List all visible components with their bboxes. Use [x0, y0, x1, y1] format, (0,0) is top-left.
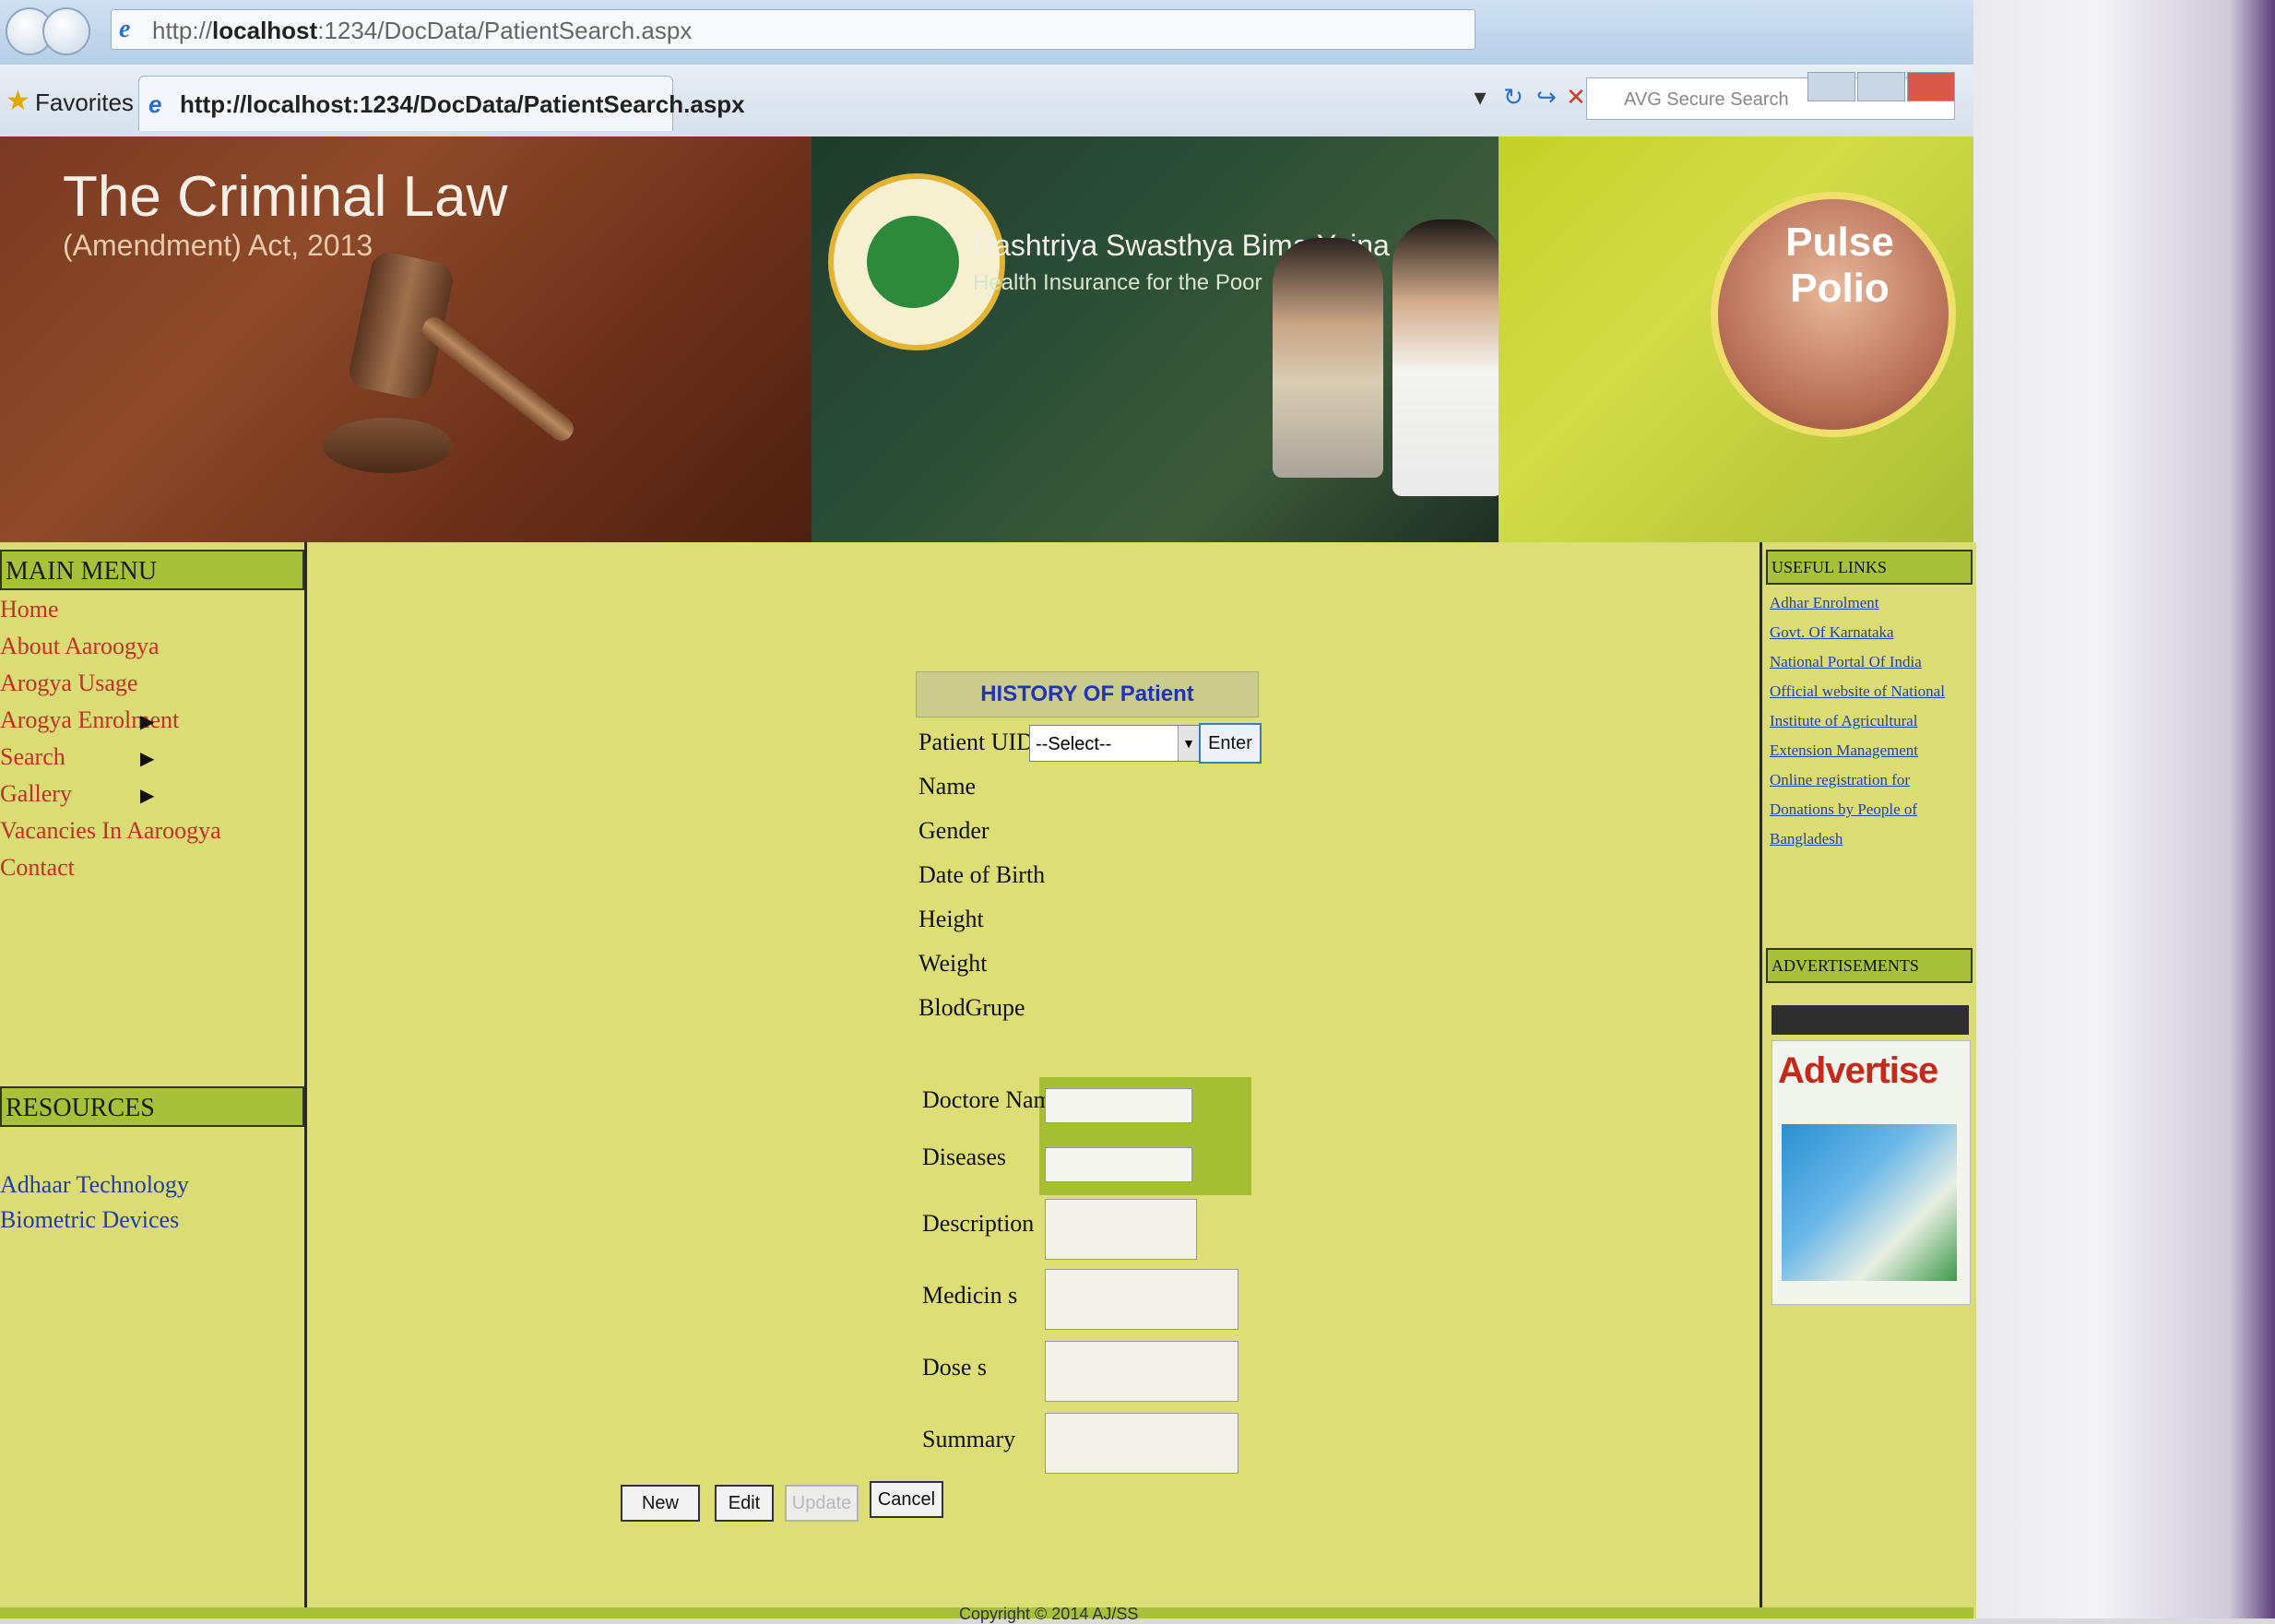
scheme-subtitle: Health Insurance for the Poor	[973, 270, 1262, 295]
useful-link[interactable]: National Portal Of India	[1770, 653, 1973, 671]
form-title: HISTORY OF Patient	[916, 671, 1259, 717]
background-wall	[1973, 0, 2275, 1618]
refresh-icon[interactable]: ↻	[1499, 83, 1527, 111]
tab-title: http://localhost:1234/DocData/PatientSea…	[180, 90, 745, 118]
ad-title: Advertise	[1778, 1050, 1938, 1091]
disease-label: Diseases	[922, 1144, 1006, 1170]
useful-link[interactable]: Official website of National	[1770, 682, 1973, 701]
menu-item-contact[interactable]: Contact	[0, 854, 75, 882]
gender-label: Gender	[918, 817, 989, 844]
cancel-button[interactable]: Cancel	[870, 1481, 943, 1518]
gavel-block	[323, 418, 452, 473]
ie-icon: e	[119, 15, 131, 43]
web-page: The Criminal Law (Amendment) Act, 2013 R…	[0, 136, 1976, 1618]
menu-item-gallery[interactable]: Gallery	[0, 780, 72, 808]
polio-text: Pulse Polio	[1785, 219, 1894, 311]
browser-tab[interactable]: e http://localhost:1234/DocData/PatientS…	[138, 76, 745, 131]
gavel-handle	[418, 313, 578, 445]
tab-ie-icon: e	[148, 90, 162, 118]
doctor-photo	[1392, 219, 1503, 496]
copyright-text: Copyright © 2014 AJ/SS	[959, 1605, 1139, 1623]
name-label: Name	[918, 773, 977, 800]
family-icon	[867, 216, 959, 308]
banner-rsby: Rashtriya Swasthya Bima Yojna Health Ins…	[812, 136, 1503, 542]
useful-link[interactable]: Adhar Enrolment	[1770, 594, 1973, 612]
medicines-textarea[interactable]	[1045, 1269, 1238, 1330]
menu-item-usage[interactable]: Arogya Usage	[0, 670, 137, 697]
go-icon[interactable]: ↪	[1533, 83, 1560, 111]
left-sidebar: MAIN MENU Home About Aaroogya Arogya Usa…	[0, 542, 307, 1618]
menu-item-home[interactable]: Home	[0, 596, 59, 623]
right-sidebar: USEFUL LINKS Adhar Enrolment Govt. Of Ka…	[1760, 542, 1976, 1618]
ad-image	[1782, 1124, 1957, 1281]
doses-textarea[interactable]	[1045, 1341, 1238, 1402]
useful-link[interactable]: Online registration for	[1770, 771, 1973, 789]
favorites-star-icon[interactable]: ★	[6, 85, 30, 117]
height-label: Height	[918, 906, 984, 932]
header-banner: The Criminal Law (Amendment) Act, 2013 R…	[0, 136, 1973, 542]
nav-buttons	[6, 7, 116, 55]
main-content: HISTORY OF Patient Patient UIDAI --Selec…	[307, 542, 1760, 1618]
url-path: :1234/DocData/PatientSearch.aspx	[317, 17, 693, 44]
menu-item-about[interactable]: About Aaroogya	[0, 633, 160, 660]
dob-label: Date of Birth	[918, 861, 1046, 888]
ad-banner-strip[interactable]	[1771, 1005, 1969, 1035]
menu-item-search[interactable]: Search	[0, 743, 65, 771]
banner-polio: Pulse Polio	[1499, 136, 1973, 542]
dropdown-arrow-icon[interactable]: ▾	[1466, 83, 1494, 111]
submenu-arrow-icon: ▶	[140, 712, 155, 732]
resource-link-biometric[interactable]: Biometric Devices	[0, 1206, 179, 1234]
useful-link[interactable]: Extension Management	[1770, 741, 1973, 760]
uid-select[interactable]: --Select-- ▼	[1029, 725, 1200, 762]
summary-label: Summary	[922, 1426, 1016, 1452]
advertisements-header: ADVERTISEMENTS	[1766, 948, 1973, 983]
search-placeholder: AVG Secure Search	[1624, 89, 1789, 110]
doctor-label: Doctore Name	[922, 1086, 1063, 1113]
url-prefix: http://	[152, 17, 213, 44]
chevron-down-icon[interactable]: ▼	[1178, 726, 1199, 761]
new-button[interactable]: New	[621, 1485, 700, 1522]
useful-link[interactable]: Institute of Agricultural	[1770, 712, 1973, 730]
diseases-input[interactable]	[1045, 1147, 1192, 1182]
minimize-button[interactable]	[1807, 72, 1855, 101]
favorites-bar: ★ Favorites e http://localhost:1234/DocD…	[0, 65, 1973, 137]
submenu-arrow-icon: ▶	[140, 749, 155, 769]
summary-textarea[interactable]	[1045, 1413, 1238, 1474]
edit-button[interactable]: Edit	[715, 1485, 774, 1522]
enter-button[interactable]: Enter	[1199, 723, 1262, 764]
banner-subtitle: (Amendment) Act, 2013	[63, 229, 373, 262]
dose-label: Dose s	[922, 1354, 988, 1381]
update-button: Update	[785, 1485, 859, 1522]
description-label: Description	[922, 1210, 1035, 1237]
close-button[interactable]	[1907, 72, 1955, 101]
menu-item-vacancies[interactable]: Vacancies In Aaroogya	[0, 817, 221, 845]
description-textarea[interactable]	[1045, 1199, 1197, 1260]
uid-select-value: --Select--	[1036, 734, 1112, 754]
window-controls	[1807, 72, 1964, 101]
resources-header: RESOURCES	[0, 1086, 304, 1127]
useful-link[interactable]: Donations by People of	[1770, 800, 1973, 819]
ad-box[interactable]: Advertise	[1771, 1040, 1971, 1305]
resource-link-adhaar[interactable]: Adhaar Technology	[0, 1171, 189, 1199]
address-input[interactable]: e http://localhost:1234/DocData/PatientS…	[111, 9, 1475, 50]
banner-title: The Criminal Law	[63, 165, 508, 229]
useful-link[interactable]: Bangladesh	[1770, 830, 1973, 848]
address-bar-row: e http://localhost:1234/DocData/PatientS…	[0, 0, 1973, 65]
patient-photo	[1273, 238, 1383, 478]
weight-label: Weight	[918, 950, 988, 977]
blood-group-label: BlodGrupe	[918, 994, 1025, 1021]
url-host: localhost	[212, 17, 318, 44]
maximize-button[interactable]	[1857, 72, 1905, 101]
favorites-label[interactable]: Favorites	[35, 89, 134, 117]
main-menu-header: MAIN MENU	[0, 550, 304, 590]
useful-link[interactable]: Govt. Of Karnataka	[1770, 623, 1973, 642]
forward-button[interactable]	[42, 7, 90, 55]
browser-window: e http://localhost:1234/DocData/PatientS…	[0, 0, 1976, 1623]
submenu-arrow-icon: ▶	[140, 786, 155, 806]
banner-criminal-law: The Criminal Law (Amendment) Act, 2013	[0, 136, 812, 542]
useful-links-header: USEFUL LINKS	[1766, 550, 1973, 585]
doctor-name-input[interactable]	[1045, 1088, 1192, 1123]
medicine-label: Medicin s	[922, 1282, 1018, 1309]
